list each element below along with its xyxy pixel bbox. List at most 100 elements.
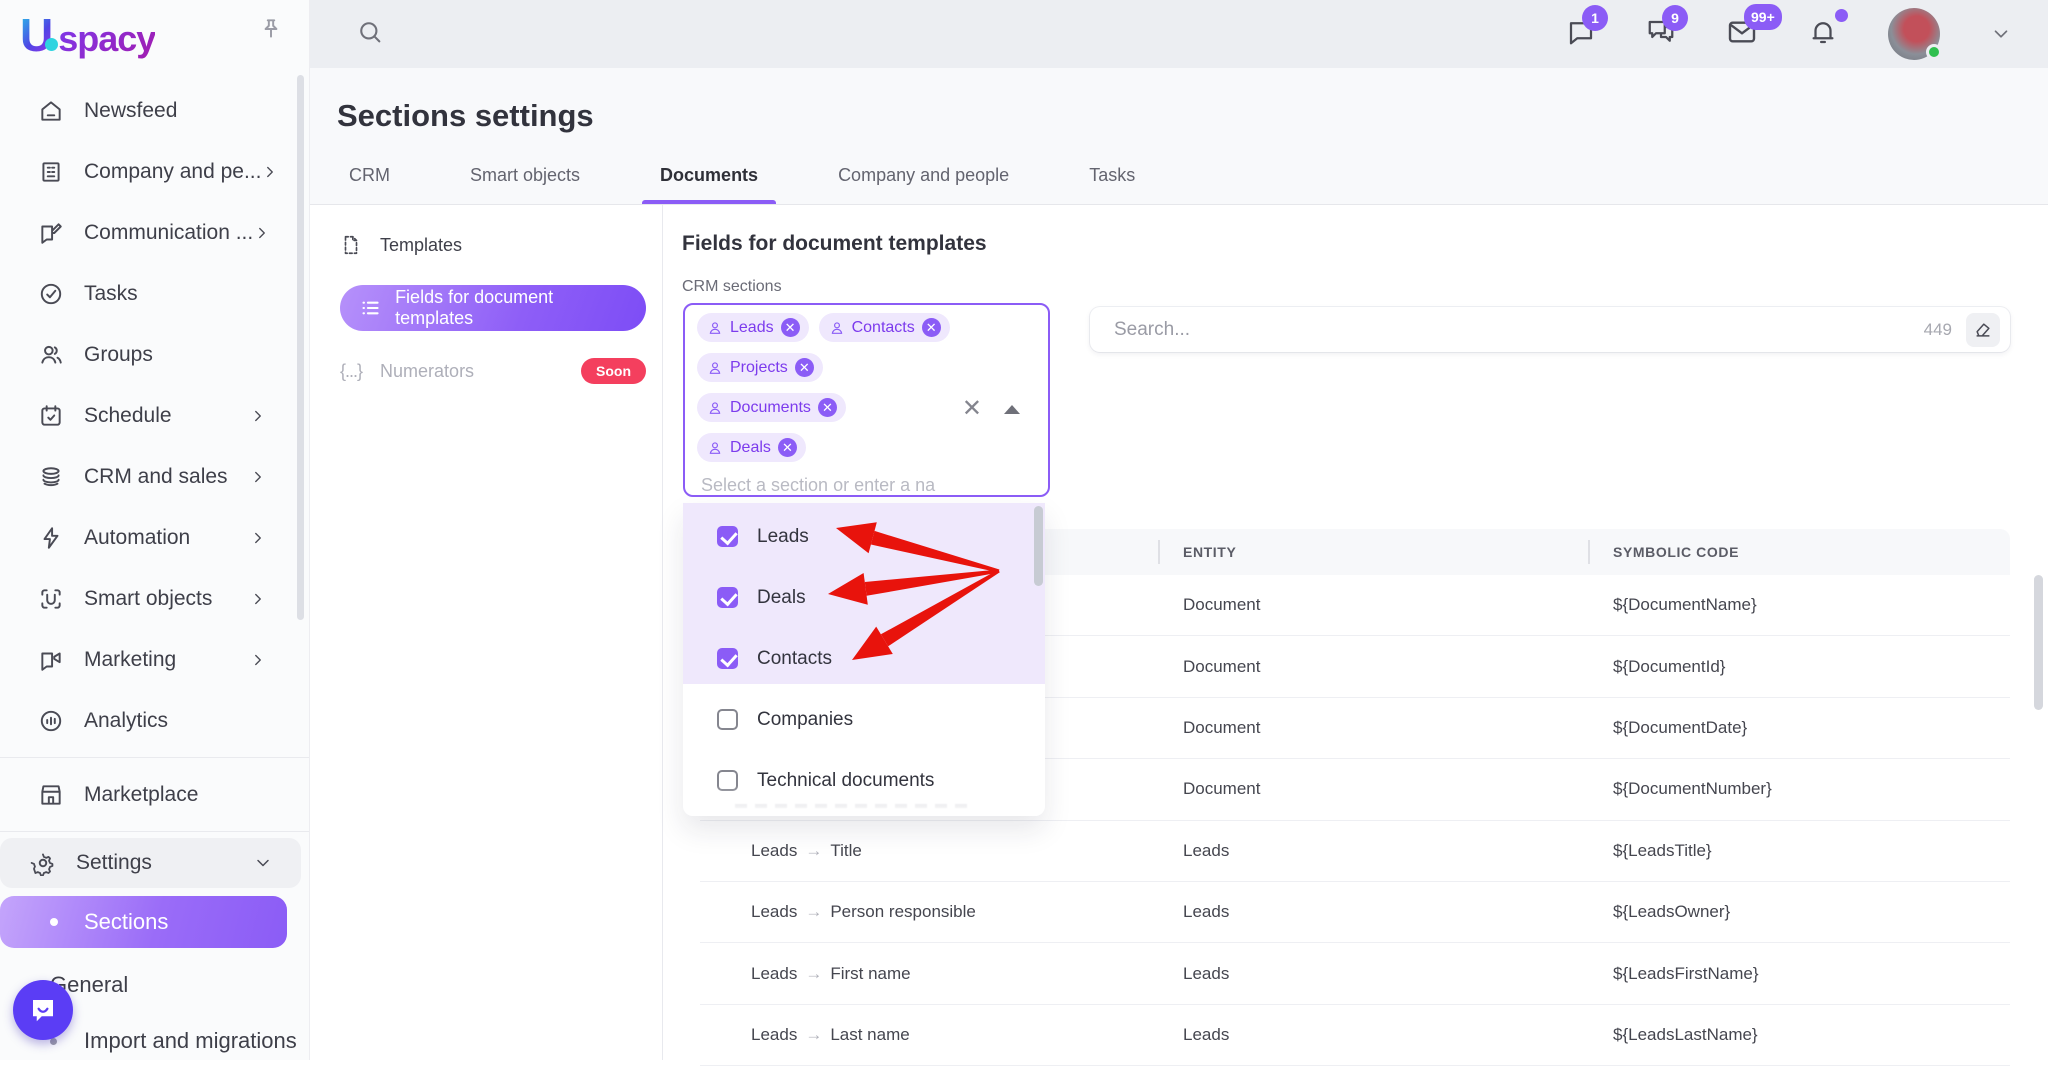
support-chat-button[interactable] [13, 980, 73, 1040]
tag-contacts: Contacts ✕ [819, 313, 950, 342]
entity-cell: Document [1183, 636, 1260, 696]
code-cell: ${LeadsOwner} [1613, 882, 1730, 942]
sidebar-item-sections[interactable]: Sections [0, 896, 287, 948]
uspacy-logo[interactable]: U spacy [20, 8, 155, 62]
remove-tag-icon[interactable]: ✕ [778, 438, 797, 457]
sidebar-item-label: Marketing [84, 648, 176, 672]
section-search-input[interactable] [701, 475, 981, 496]
sidebar-item-automation[interactable]: Automation [0, 507, 309, 568]
table-row[interactable]: Leads→First name Leads ${LeadsFirstName} [700, 943, 2010, 1004]
table-row[interactable]: Leads→Title Leads ${LeadsTitle} [700, 821, 2010, 882]
table-row[interactable]: Leads→Last name Leads ${LeadsLastName} [700, 1005, 2010, 1066]
search-input[interactable] [1114, 319, 1924, 341]
entity-cell: Leads [1183, 1005, 1229, 1065]
bullet-dot-icon [50, 918, 58, 926]
page-scrollbar[interactable] [2034, 575, 2043, 710]
entity-cell: Leads [1183, 882, 1229, 942]
sidebar-item-label: Automation [84, 526, 190, 550]
arrow-glyph: → [805, 902, 822, 922]
subnav-item-numerators[interactable]: {...} Numerators Soon [340, 345, 646, 397]
bolt-icon [38, 525, 64, 551]
soon-badge: Soon [581, 358, 646, 384]
panel-heading: Fields for document templates [682, 232, 987, 256]
column-separator [1588, 540, 1590, 564]
smart-objects-icon [38, 586, 64, 612]
subnav-item-label: Fields for document templates [395, 287, 626, 329]
group-chat-icon[interactable]: 9 [1646, 17, 1676, 52]
chat-icon[interactable]: 1 [1566, 17, 1596, 52]
checkbox-checked-icon[interactable] [717, 526, 738, 547]
sidebar-item-label: Analytics [84, 709, 168, 733]
sidebar-item-settings[interactable]: Settings [0, 838, 301, 888]
sidebar-item-analytics[interactable]: Analytics [0, 690, 309, 751]
checkbox-unchecked-icon[interactable] [717, 709, 738, 730]
analytics-icon [38, 708, 64, 734]
tab-tasks[interactable]: Tasks [1077, 151, 1147, 204]
sidebar-item-tasks[interactable]: Tasks [0, 263, 309, 324]
code-cell: ${DocumentName} [1613, 575, 1757, 635]
crm-sections-multiselect[interactable]: Leads ✕ Contacts ✕ Projects ✕ Documents … [683, 303, 1050, 497]
option-leads[interactable]: Leads [683, 506, 1045, 567]
list-icon [360, 297, 381, 319]
sidebar-item-label: Tasks [84, 282, 138, 306]
notifications-bell-icon[interactable] [1808, 17, 1838, 52]
check-circle-icon [38, 281, 64, 307]
field-label: Title [830, 841, 862, 861]
search-icon[interactable] [356, 18, 384, 51]
tag-deals: Deals ✕ [697, 433, 806, 462]
tab-smart-objects[interactable]: Smart objects [458, 151, 592, 204]
clear-search-button[interactable] [1966, 313, 2000, 347]
sidebar-item-label: Marketplace [84, 783, 198, 807]
tabs: CRM Smart objects Documents Company and … [337, 151, 1147, 204]
checkbox-checked-icon[interactable] [717, 648, 738, 669]
checkbox-checked-icon[interactable] [717, 587, 738, 608]
remove-tag-icon[interactable]: ✕ [922, 318, 941, 337]
code-cell: ${LeadsFirstName} [1613, 943, 1759, 1003]
collapse-caret-icon[interactable] [1004, 405, 1020, 414]
clear-all-icon[interactable]: ✕ [962, 397, 982, 421]
sidebar-item-crm-and-sales[interactable]: CRM and sales [0, 446, 309, 507]
code-cell: ${DocumentDate} [1613, 698, 1747, 758]
database-icon [38, 464, 64, 490]
gear-icon [30, 850, 56, 876]
remove-tag-icon[interactable]: ✕ [795, 358, 814, 377]
table-row[interactable]: Leads→Person responsible Leads ${LeadsOw… [700, 882, 2010, 943]
person-icon [707, 360, 723, 376]
tab-company-and-people[interactable]: Company and people [826, 151, 1021, 204]
sidebar-item-schedule[interactable]: Schedule [0, 385, 309, 446]
pin-sidebar-icon[interactable] [258, 16, 284, 47]
mail-icon[interactable]: 99+ [1726, 16, 1758, 53]
sidebar-item-marketplace[interactable]: Marketplace [0, 764, 309, 825]
remove-tag-icon[interactable]: ✕ [781, 318, 800, 337]
option-deals[interactable]: Deals [683, 567, 1045, 628]
code-cell: ${LeadsTitle} [1613, 821, 1712, 881]
sidebar-item-label: Company and pe... [84, 160, 261, 184]
sidebar-item-company-and-people[interactable]: Company and pe... [0, 141, 309, 202]
storefront-icon [38, 782, 64, 808]
sidebar-divider [0, 831, 309, 832]
tag-projects: Projects ✕ [697, 353, 823, 382]
remove-tag-icon[interactable]: ✕ [818, 398, 837, 417]
tab-documents[interactable]: Documents [648, 151, 770, 204]
mail-badge: 99+ [1744, 4, 1782, 30]
dropdown-scrollbar[interactable] [1034, 506, 1043, 586]
entity-cell: Document [1183, 575, 1260, 635]
entity-cell: Document [1183, 759, 1260, 819]
profile-chevron-down-icon[interactable] [1990, 23, 2012, 45]
sidebar-item-label: Groups [84, 343, 153, 367]
subnav-item-fields-for-document-templates[interactable]: Fields for document templates [340, 285, 646, 331]
subnav-item-label: Numerators [380, 361, 474, 382]
avatar[interactable] [1888, 8, 1940, 60]
arrow-glyph: → [805, 964, 822, 984]
sidebar-item-newsfeed[interactable]: Newsfeed [0, 80, 309, 141]
tag-leads: Leads ✕ [697, 313, 809, 342]
sidebar-item-communication[interactable]: Communication ... [0, 202, 309, 263]
subnav-item-templates[interactable]: Templates [340, 219, 646, 271]
option-companies[interactable]: Companies [683, 689, 1045, 750]
tab-crm[interactable]: CRM [337, 151, 402, 204]
sidebar-item-groups[interactable]: Groups [0, 324, 309, 385]
sidebar-item-marketing[interactable]: Marketing [0, 629, 309, 690]
sidebar-item-smart-objects[interactable]: Smart objects [0, 568, 309, 629]
entity-cell: Leads [1183, 821, 1229, 881]
option-contacts[interactable]: Contacts [683, 628, 1045, 689]
